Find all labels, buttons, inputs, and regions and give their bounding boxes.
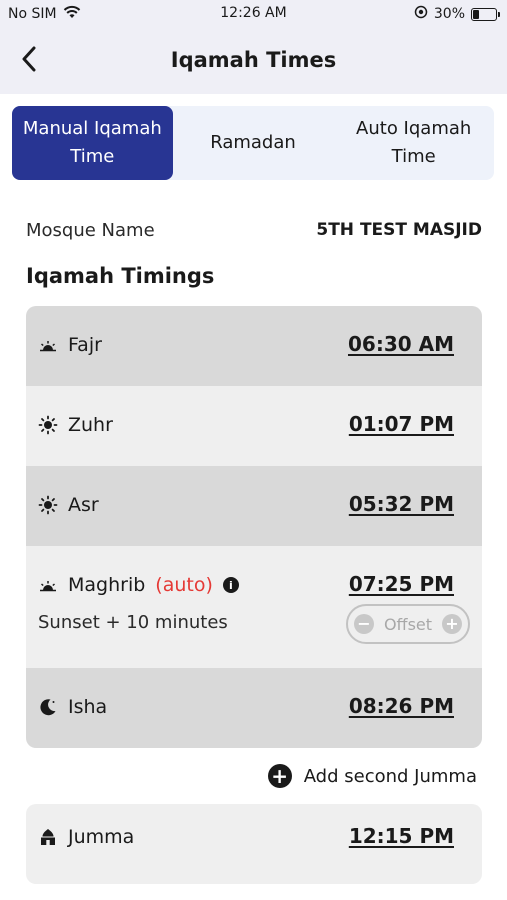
minus-icon[interactable]: − [354,614,374,634]
sunset-offset-text: Sunset + 10 minutes [38,612,228,633]
header: Iqamah Times [0,30,507,94]
battery-icon [471,7,500,21]
prayer-row-isha: Isha 08:26 PM [26,668,482,748]
mosque-name-label: Mosque Name [26,219,155,241]
battery-percent: 30% [433,6,465,22]
jumma-card: Jumma 12:15 PM [26,804,482,884]
status-right: 30% [414,5,500,23]
time-maghrib[interactable]: 07:25 PM [349,572,454,596]
offset-stepper: − Offset + [346,604,470,644]
prayer-row-fajr: Fajr 06:30 AM [26,306,482,386]
mosque-name-row: Mosque Name 5TH TEST MASJID [26,218,482,242]
add-second-jumma-button[interactable]: + Add second Jumma [267,764,477,788]
mosque-icon [38,827,58,847]
time-jumma[interactable]: 12:15 PM [349,824,454,848]
time-zuhr[interactable]: 01:07 PM [349,412,454,436]
offset-label: Offset [383,614,433,634]
tab-ramadan[interactable]: Ramadan [173,106,334,180]
info-icon[interactable]: i [222,577,239,593]
sunset-icon [38,575,58,595]
add-second-jumma-label: Add second Jumma [303,765,477,787]
tab-manual-iqamah-time[interactable]: Manual Iqamah Time [12,106,173,180]
page-title: Iqamah Times [170,48,337,72]
prayer-row-asr: Asr 05:32 PM [26,466,482,546]
prayer-row-jumma: Jumma 12:15 PM [26,804,482,884]
auto-badge: (auto) [155,574,213,596]
prayer-row-maghrib: Maghrib (auto) i 07:25 PM Sunset + 10 mi… [26,546,482,668]
prayer-label-fajr: Fajr [38,334,102,356]
prayer-label-isha: Isha [38,696,107,718]
time-fajr[interactable]: 06:30 AM [348,332,454,356]
prayer-name-isha: Isha [68,696,108,718]
prayer-name-zuhr: Zuhr [68,414,113,436]
moon-icon [38,697,58,717]
prayer-label-maghrib: Maghrib (auto) i [38,574,239,596]
mosque-name-value: 5TH TEST MASJID [316,220,482,240]
time-isha[interactable]: 08:26 PM [349,694,454,718]
tab-auto-iqamah-time[interactable]: Auto Iqamah Time [333,106,494,180]
time-asr[interactable]: 05:32 PM [349,492,454,516]
prayer-name-maghrib: Maghrib [68,574,146,596]
prayer-row-zuhr: Zuhr 01:07 PM [26,386,482,466]
prayer-label-zuhr: Zuhr [38,414,113,436]
prayer-name-jumma: Jumma [68,826,135,848]
section-title: Iqamah Timings [26,264,215,288]
prayer-name-asr: Asr [68,494,99,516]
status-bar: No SIM 12:26 AM 30% [0,0,507,30]
prayer-name-fajr: Fajr [68,334,102,356]
battery-fill [473,9,480,19]
sunrise-icon [38,335,58,355]
sun-icon [38,415,58,435]
prayer-label-jumma: Jumma [38,826,134,848]
plus-icon[interactable]: + [441,614,462,634]
tab-bar: Manual Iqamah Time Ramadan Auto Iqamah T… [12,106,494,180]
sun-icon [38,495,58,515]
lock-rotation-icon [414,5,428,23]
iqamah-timings-card: Fajr 06:30 AM Zuhr 01:07 PM Asr 05:32 PM… [26,306,482,748]
prayer-label-asr: Asr [38,494,99,516]
plus-circle-icon: + [267,764,292,788]
